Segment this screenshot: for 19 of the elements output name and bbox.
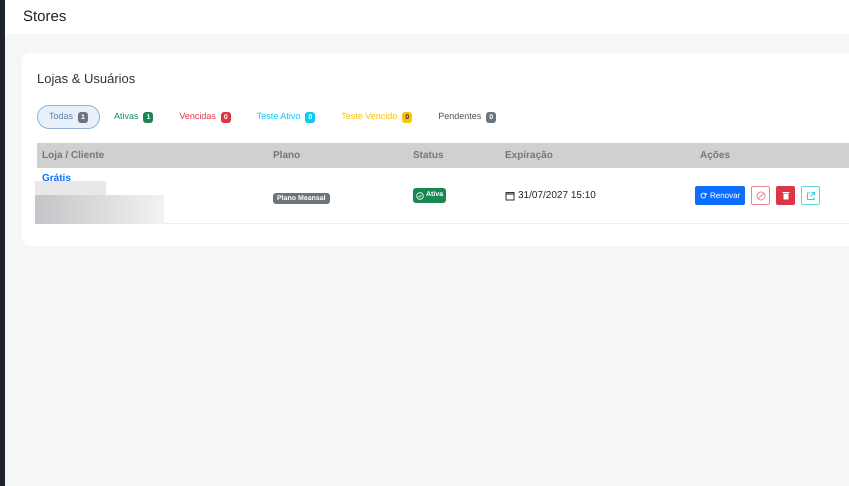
calendar-icon [505, 190, 515, 200]
ban-icon [756, 190, 766, 200]
column-header: Plano [272, 149, 302, 163]
trash-icon [782, 191, 790, 200]
column-header: Status [412, 149, 445, 163]
check-circle-icon [416, 192, 424, 200]
expiration-date: 31/07/2027 15:10 [518, 189, 596, 203]
store-link[interactable]: Grátis [42, 174, 263, 184]
column-header: Ações [699, 149, 732, 163]
delete-button[interactable] [776, 186, 796, 205]
external-link-icon [806, 190, 816, 200]
page-title: Stores [23, 6, 66, 27]
refresh-icon [700, 192, 707, 199]
card-title: Lojas & Usuários [37, 71, 136, 86]
renew-button[interactable]: Renovar [695, 186, 746, 205]
column-header: Expiração [504, 149, 554, 163]
open-link-button[interactable] [801, 186, 820, 205]
column-header: Loja / Cliente [41, 149, 106, 163]
block-button[interactable] [751, 186, 770, 205]
